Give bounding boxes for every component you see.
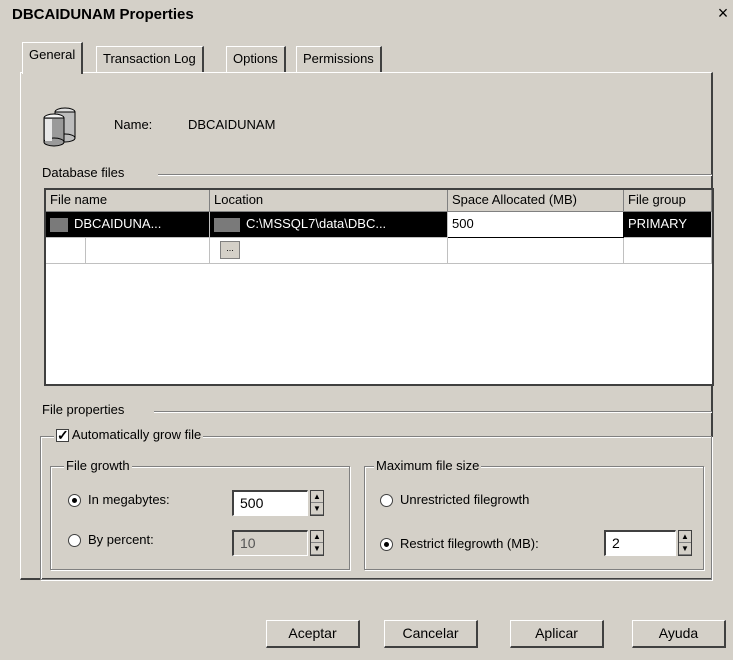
- in-megabytes-spinner[interactable]: ▲ ▼: [310, 490, 324, 516]
- restrict-radio[interactable]: [380, 538, 393, 551]
- browse-button[interactable]: ...: [220, 241, 240, 259]
- by-percent-input[interactable]: 10: [232, 530, 308, 556]
- tab-permissions[interactable]: Permissions: [296, 46, 382, 72]
- empty-row-cell[interactable]: [624, 238, 712, 264]
- empty-row-location-cell[interactable]: ...: [210, 238, 448, 264]
- tab-general[interactable]: General: [22, 42, 84, 74]
- restrict-label: Restrict filegrowth (MB):: [400, 536, 539, 551]
- in-megabytes-label: In megabytes:: [88, 492, 170, 507]
- auto-grow-label: Automatically grow file: [71, 427, 202, 442]
- file-properties-separator: [154, 411, 712, 413]
- spin-down-icon[interactable]: ▼: [679, 543, 691, 555]
- column-header-location[interactable]: Location: [210, 190, 448, 212]
- file-group-cell[interactable]: PRIMARY: [624, 212, 712, 238]
- file-name-cell: DBCAIDUNA...: [74, 216, 162, 231]
- apply-button[interactable]: Aplicar: [510, 620, 604, 648]
- column-header-file-group[interactable]: File group: [624, 190, 712, 212]
- spin-down-icon[interactable]: ▼: [311, 543, 323, 555]
- help-button[interactable]: Ayuda: [632, 620, 726, 648]
- in-megabytes-input[interactable]: 500: [232, 490, 308, 516]
- location-cell: C:\MSSQL7\data\DBC...: [246, 216, 387, 231]
- ok-button[interactable]: Aceptar: [266, 620, 360, 648]
- spin-up-icon[interactable]: ▲: [679, 531, 691, 543]
- window-title: DBCAIDUNAM Properties: [12, 6, 194, 23]
- title-bar: DBCAIDUNAM Properties ×: [0, 0, 733, 32]
- table-row-file-name[interactable]: DBCAIDUNA...: [46, 212, 210, 238]
- name-label: Name:: [114, 117, 153, 132]
- name-value: DBCAIDUNAM: [188, 117, 276, 132]
- database-files-label: Database files: [42, 165, 125, 180]
- database-icon: [43, 107, 76, 147]
- cancel-button[interactable]: Cancelar: [384, 620, 478, 648]
- file-row-icon: [50, 217, 68, 232]
- database-files-separator: [158, 174, 712, 176]
- empty-row-cell[interactable]: [46, 238, 86, 264]
- table-row-location[interactable]: C:\MSSQL7\data\DBC...: [210, 212, 448, 238]
- auto-grow-label-container: ✓ Automatically grow file: [54, 427, 204, 443]
- space-allocated-cell[interactable]: 500: [448, 212, 624, 238]
- file-properties-label: File properties: [42, 402, 125, 417]
- close-icon[interactable]: ×: [715, 4, 731, 22]
- spin-up-icon[interactable]: ▲: [311, 491, 323, 503]
- empty-row-cell[interactable]: [448, 238, 624, 264]
- column-header-file-name[interactable]: File name: [46, 190, 210, 212]
- file-growth-label: File growth: [64, 458, 132, 473]
- by-percent-spinner[interactable]: ▲ ▼: [310, 530, 324, 556]
- properties-window: DBCAIDUNAM Properties × General Transact…: [0, 0, 733, 660]
- location-browse-icon: [214, 217, 240, 232]
- restrict-spinner[interactable]: ▲ ▼: [678, 530, 692, 556]
- restrict-input[interactable]: 2: [604, 530, 676, 556]
- column-header-space-allocated[interactable]: Space Allocated (MB): [448, 190, 624, 212]
- unrestricted-radio[interactable]: [380, 494, 393, 507]
- tab-transaction-log[interactable]: Transaction Log: [96, 46, 204, 72]
- spin-up-icon[interactable]: ▲: [311, 531, 323, 543]
- by-percent-label: By percent:: [88, 532, 154, 547]
- tab-options[interactable]: Options: [226, 46, 286, 72]
- empty-row-cell[interactable]: [86, 238, 210, 264]
- in-megabytes-radio[interactable]: [68, 494, 81, 507]
- unrestricted-label: Unrestricted filegrowth: [400, 492, 530, 507]
- auto-grow-checkbox[interactable]: ✓: [56, 428, 69, 443]
- by-percent-radio[interactable]: [68, 534, 81, 547]
- max-file-size-label: Maximum file size: [374, 458, 482, 473]
- spin-down-icon[interactable]: ▼: [311, 503, 323, 515]
- database-files-grid[interactable]: File name Location Space Allocated (MB) …: [44, 188, 714, 386]
